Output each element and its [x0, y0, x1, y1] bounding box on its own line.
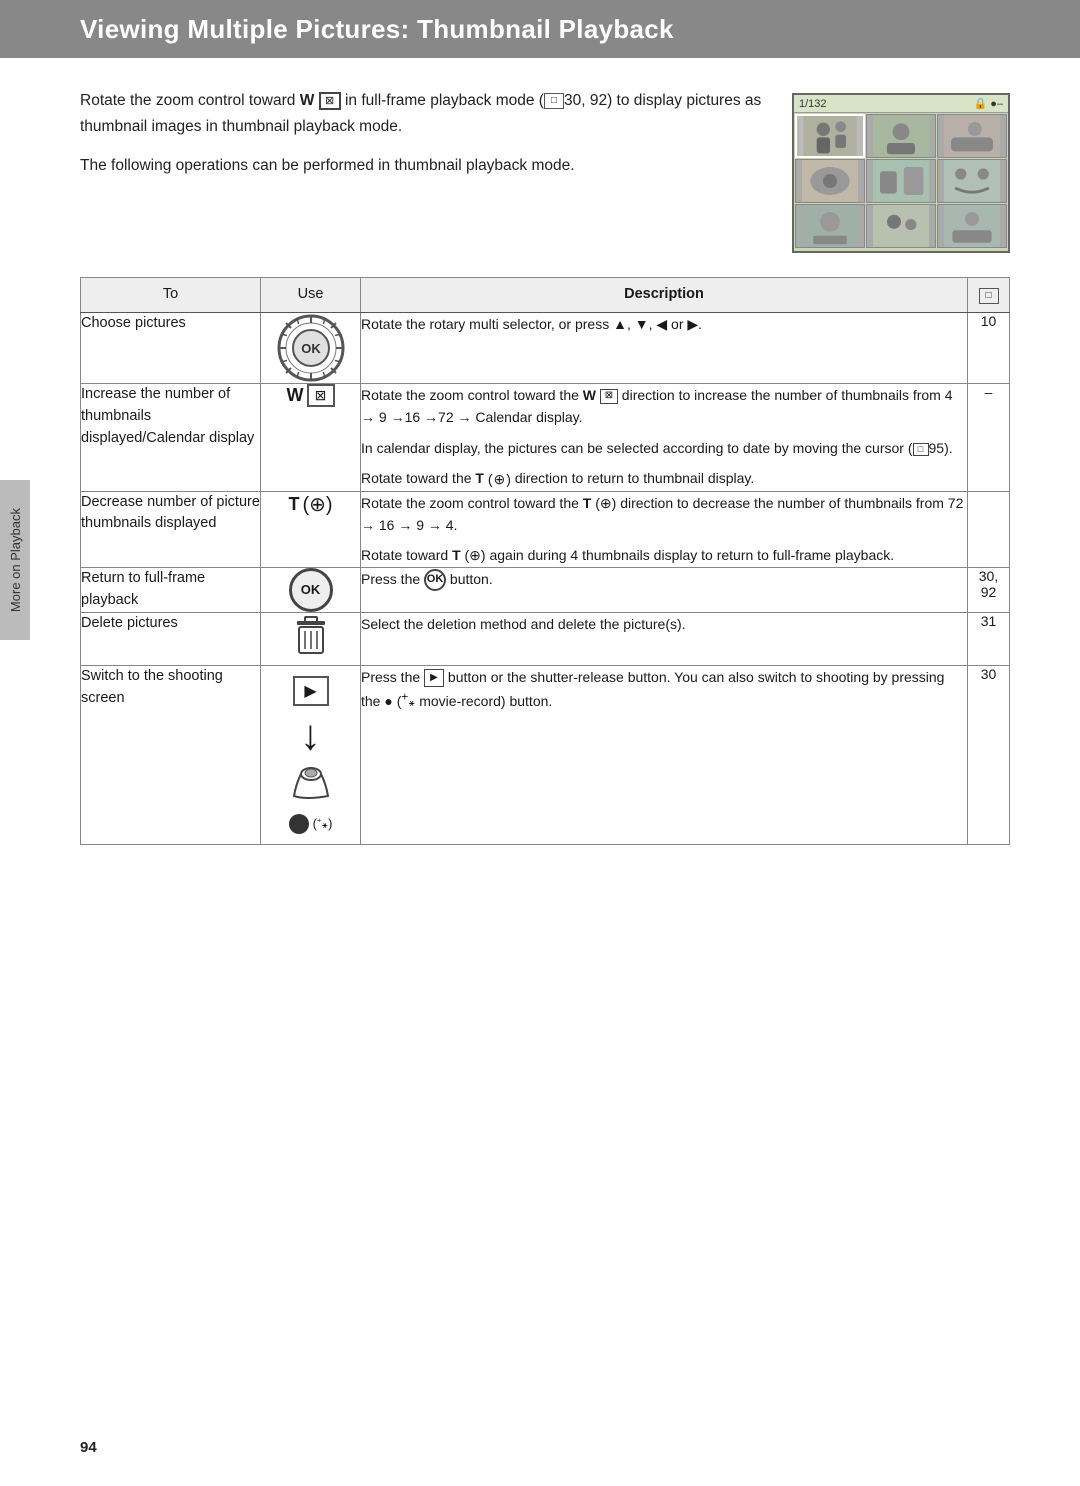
table-row: Decrease number of picture thumbnails di… [81, 491, 1010, 567]
row3-use: T (⊕) [261, 491, 361, 567]
intro-para2: The following operations can be performe… [80, 153, 762, 179]
row3-page [968, 491, 1010, 567]
intro-para1b: in full-frame playback mode ( [341, 92, 544, 109]
table-row: Delete pictures [81, 612, 1010, 665]
table-header-row: To Use Description □ [81, 278, 1010, 313]
ok-button-icon: OK [289, 568, 333, 612]
row6-use: ▶ ↓ [261, 665, 361, 844]
book-ref-icon: □ [544, 93, 564, 109]
intro-section: Rotate the zoom control toward W ⊠ in fu… [80, 88, 1010, 253]
svg-text:OK: OK [301, 341, 321, 356]
row6-page: 30 [968, 665, 1010, 844]
ok-inline-icon: OK [424, 569, 446, 591]
lcd-thumb-8 [866, 204, 936, 248]
row2-to: Increase the number of thumbnails displa… [81, 384, 261, 492]
page-title: Viewing Multiple Pictures: Thumbnail Pla… [80, 14, 674, 45]
play-inline-icon: ▶ [424, 669, 444, 687]
table-row: Switch to the shooting screen ▶ ↓ [81, 665, 1010, 844]
t-q-inline: (⊕) [488, 468, 511, 490]
w-symbol-icon: ⊠ [319, 92, 341, 110]
table-row: Return to full-frame playback OK Press t… [81, 567, 1010, 612]
book-icon-header: □ [979, 288, 999, 304]
lcd-thumbnail-grid [794, 113, 1008, 249]
header-bar: Viewing Multiple Pictures: Thumbnail Pla… [0, 0, 1080, 58]
lcd-icons: 🔒 ●– [973, 97, 1003, 110]
t-q-icon: (⊕) [302, 492, 332, 517]
row2-use: W ⊠ [261, 384, 361, 492]
row4-use: OK [261, 567, 361, 612]
row2-page: – [968, 384, 1010, 492]
movie-record-icon: (⁺꘎) [289, 814, 333, 834]
operations-table: To Use Description □ C [80, 277, 1010, 845]
page-number: 94 [80, 1439, 97, 1456]
row6-to: Switch to the shooting screen [81, 665, 261, 844]
lcd-thumb-2 [866, 114, 936, 158]
lcd-thumb-9 [937, 204, 1007, 248]
table-row: Increase the number of thumbnails displa… [81, 384, 1010, 492]
row1-to: Choose pictures [81, 313, 261, 384]
page-container: Viewing Multiple Pictures: Thumbnail Pla… [0, 0, 1080, 1486]
t-zoom-icon: T (⊕) [261, 492, 360, 517]
th-to: To [81, 278, 261, 313]
lcd-thumb-7 [795, 204, 865, 248]
w-zoom-icon: W ⊠ [261, 384, 360, 407]
lcd-thumb-1 [795, 114, 865, 158]
th-page: □ [968, 278, 1010, 313]
lcd-thumb-3 [937, 114, 1007, 158]
lcd-frame-count: 1/132 [799, 98, 827, 110]
main-content: Rotate the zoom control toward W ⊠ in fu… [0, 58, 1080, 885]
row4-to: Return to full-frame playback [81, 567, 261, 612]
row6-desc: Press the ▶ button or the shutter-releas… [361, 665, 968, 844]
sidebar-text: More on Playback [8, 508, 23, 612]
shutter-release-icon [286, 764, 336, 806]
row5-desc: Select the deletion method and delete th… [361, 612, 968, 665]
row5-use [261, 612, 361, 665]
th-use: Use [261, 278, 361, 313]
row4-desc: Press the OK button. [361, 567, 968, 612]
sidebar-label: More on Playback [0, 480, 30, 640]
intro-text: Rotate the zoom control toward W ⊠ in fu… [80, 88, 792, 179]
play-button-icon: ▶ [293, 676, 329, 706]
row5-page: 31 [968, 612, 1010, 665]
row3-desc: Rotate the zoom control toward the T (⊕)… [361, 491, 968, 567]
rotary-ok-svg: OK [276, 313, 346, 383]
delete-trash-icon [261, 613, 360, 665]
table-row: Choose pictures [81, 313, 1010, 384]
row1-desc: Rotate the rotary multi selector, or pre… [361, 313, 968, 384]
row1-use: OK [261, 313, 361, 384]
lcd-thumb-5 [866, 159, 936, 203]
row4-page: 30,92 [968, 567, 1010, 612]
lcd-top-bar: 1/132 🔒 ●– [794, 95, 1008, 113]
w-box-icon: ⊠ [307, 384, 335, 407]
book-ref-inline: □ [913, 443, 929, 456]
row6-use-icons: ▶ ↓ [261, 666, 360, 844]
arrow-down-icon: ↓ [300, 714, 321, 756]
trash-svg [291, 613, 331, 657]
th-description: Description [361, 278, 968, 313]
rotary-ok-icon: OK [276, 313, 346, 383]
lcd-thumb-4 [795, 159, 865, 203]
row2-desc: Rotate the zoom control toward the W ⊠ d… [361, 384, 968, 492]
row5-to: Delete pictures [81, 612, 261, 665]
w-desc-icon: ⊠ [600, 389, 618, 404]
intro-bold-w: W [300, 92, 315, 109]
camera-lcd-display: 1/132 🔒 ●– [792, 93, 1010, 253]
lcd-thumb-6 [937, 159, 1007, 203]
row1-page: 10 [968, 313, 1010, 384]
intro-para1: Rotate the zoom control toward [80, 92, 300, 109]
row3-to: Decrease number of picture thumbnails di… [81, 491, 261, 567]
record-dot [289, 814, 309, 834]
